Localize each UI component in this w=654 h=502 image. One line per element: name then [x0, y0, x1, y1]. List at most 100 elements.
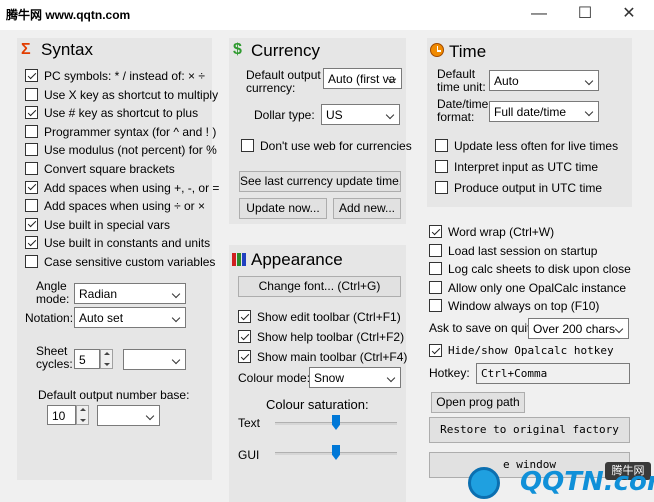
- ask-save-value: Over 200 chars: [533, 322, 616, 336]
- see-last-update-button[interactable]: See last currency update time...: [239, 171, 401, 192]
- checkbox-label: PC symbols: * / instead of: × ÷: [44, 69, 205, 83]
- default-time-unit-value: Auto: [494, 74, 519, 88]
- checkbox-label: Allow only one OpalCalc instance: [448, 280, 627, 295]
- default-time-unit-label-line2: time unit:: [437, 80, 486, 94]
- sheet-cycles-dropdown[interactable]: [123, 349, 186, 370]
- checkbox-box[interactable]: [25, 180, 38, 194]
- checkbox-label: Use # key as shortcut to plus: [44, 106, 199, 121]
- maximize-button[interactable]: ☐: [562, 0, 608, 30]
- datetime-format-select[interactable]: Full date/time: [489, 101, 599, 122]
- restore-factory-button[interactable]: Restore to original factory: [429, 417, 630, 443]
- checkbox-label: Show help toolbar (Ctrl+F2): [257, 330, 405, 344]
- checkbox-box[interactable]: [25, 69, 38, 82]
- add-new-currency-button[interactable]: Add new...: [333, 198, 401, 219]
- checkbox-label: Add spaces when using +, -, or =: [44, 180, 220, 195]
- colour-saturation-label: Colour saturation:: [266, 397, 369, 412]
- update-now-button[interactable]: Update now...: [239, 198, 327, 219]
- checkbox-box[interactable]: [429, 280, 442, 294]
- checkbox-label: Convert square brackets: [44, 162, 175, 176]
- angle-mode-select[interactable]: Radian: [74, 283, 186, 304]
- checkbox-label: Word wrap (Ctrl+W): [448, 225, 555, 239]
- dollar-type-select[interactable]: US: [321, 104, 400, 125]
- checkbox-label: Add spaces when using ÷ or ×: [44, 199, 206, 214]
- checkbox-label: Update less often for live times: [454, 139, 619, 153]
- notation-label: Notation:: [25, 311, 74, 325]
- checkbox-box[interactable]: [238, 330, 251, 343]
- sheet-cycles-input[interactable]: 5: [74, 349, 100, 369]
- checkbox-box[interactable]: [435, 139, 448, 152]
- hotkey-toggle-box[interactable]: [429, 344, 442, 357]
- checkbox-box[interactable]: [429, 243, 442, 257]
- appearance-title: Appearance: [251, 250, 343, 269]
- checkbox-label: Case sensitive custom variables: [44, 255, 216, 269]
- checkbox-label: Load last session on startup: [448, 243, 598, 258]
- checkbox-box[interactable]: [25, 124, 38, 138]
- text-saturation-thumb[interactable]: [332, 415, 340, 430]
- checkbox-box[interactable]: [25, 199, 38, 213]
- site-logo-circle-icon: [468, 467, 500, 499]
- colour-mode-value: Snow: [314, 371, 345, 385]
- chevron-down-icon: [145, 411, 155, 421]
- appearance-panel: Appearance Change font... (Ctrl+G) Show …: [229, 245, 408, 502]
- output-base-input[interactable]: 10: [47, 405, 76, 425]
- palette-icon: [232, 253, 246, 266]
- close-window-button[interactable]: ✕: [606, 0, 652, 30]
- syntax-panel: Σ Syntax PC symbols: * / instead of: × ÷…: [17, 38, 219, 480]
- default-output-currency-select[interactable]: Auto (first va: [323, 68, 402, 89]
- checkbox-box[interactable]: [25, 143, 38, 157]
- checkbox-box[interactable]: [238, 350, 251, 363]
- checkbox-label: Programmer syntax (for ^ and ! ): [44, 124, 217, 139]
- checkbox-label: Use modulus (not percent) for %: [44, 143, 217, 158]
- hotkey-input[interactable]: Ctrl+Comma: [476, 363, 630, 384]
- ask-save-select[interactable]: Over 200 chars: [528, 318, 629, 339]
- checkbox-box[interactable]: [429, 299, 442, 313]
- time-panel: Time Default time unit: Auto Date/time f…: [427, 38, 632, 207]
- checkbox-box[interactable]: [435, 160, 448, 173]
- open-prog-path-button[interactable]: Open prog path: [431, 392, 525, 413]
- gui-saturation-thumb[interactable]: [332, 445, 340, 460]
- chevron-down-icon: [386, 373, 396, 383]
- sheet-cycles-label-line2: cycles:: [36, 357, 73, 371]
- checkbox-box[interactable]: [429, 262, 442, 276]
- chevron-down-icon: [614, 324, 624, 334]
- minimize-button[interactable]: —: [516, 0, 562, 30]
- checkbox-box[interactable]: [429, 225, 442, 238]
- checkbox-box[interactable]: [435, 181, 448, 194]
- default-output-currency-value: Auto (first va: [328, 72, 396, 86]
- checkbox-box[interactable]: [25, 255, 38, 268]
- gui-saturation-label: GUI: [238, 448, 260, 462]
- colour-mode-select[interactable]: Snow: [309, 367, 401, 388]
- currency-title: Currency: [251, 41, 320, 60]
- output-base-spinner[interactable]: [76, 405, 89, 425]
- datetime-format-value: Full date/time: [494, 105, 567, 119]
- chevron-down-icon: [171, 289, 181, 299]
- default-time-unit-select[interactable]: Auto: [489, 70, 599, 91]
- no-web-currencies-label: Don't use web for currencies: [260, 139, 412, 153]
- sigma-icon: Σ: [21, 41, 31, 58]
- title-bar: 腾牛网 www.qqtn.com — ☐ ✕: [0, 0, 654, 30]
- checkbox-box[interactable]: [238, 310, 251, 323]
- notation-select[interactable]: Auto set: [74, 307, 186, 328]
- checkbox-box[interactable]: [25, 217, 38, 231]
- hotkey-toggle-label: Hide/show Opalcalc hotkey: [448, 344, 614, 357]
- currency-panel: $ Currency Default output currency: Auto…: [229, 38, 412, 224]
- chevron-down-icon: [584, 107, 594, 117]
- checkbox-label: Use X key as shortcut to multiply: [44, 87, 219, 102]
- dollar-icon: $: [233, 41, 242, 58]
- site-logo-text: QQTN.com: [520, 467, 654, 497]
- sheet-cycles-value: 5: [79, 353, 86, 367]
- checkbox-box[interactable]: [25, 87, 38, 101]
- no-web-currencies-box[interactable]: [241, 139, 254, 152]
- output-base-dropdown[interactable]: [97, 405, 160, 426]
- chevron-down-icon: [171, 355, 181, 365]
- checkbox-label: Use built in constants and units: [44, 236, 211, 251]
- checkbox-box[interactable]: [25, 162, 38, 175]
- change-font-button[interactable]: Change font... (Ctrl+G): [238, 276, 401, 297]
- checkbox-box[interactable]: [25, 236, 38, 250]
- checkbox-box[interactable]: [25, 106, 38, 120]
- checkbox-label: Show main toolbar (Ctrl+F4): [257, 350, 408, 364]
- sheet-cycles-spinner[interactable]: [100, 349, 113, 369]
- text-saturation-label: Text: [238, 416, 261, 430]
- checkbox-label: Produce output in UTC time: [454, 181, 603, 195]
- checkbox-label: Show edit toolbar (Ctrl+F1): [257, 310, 401, 324]
